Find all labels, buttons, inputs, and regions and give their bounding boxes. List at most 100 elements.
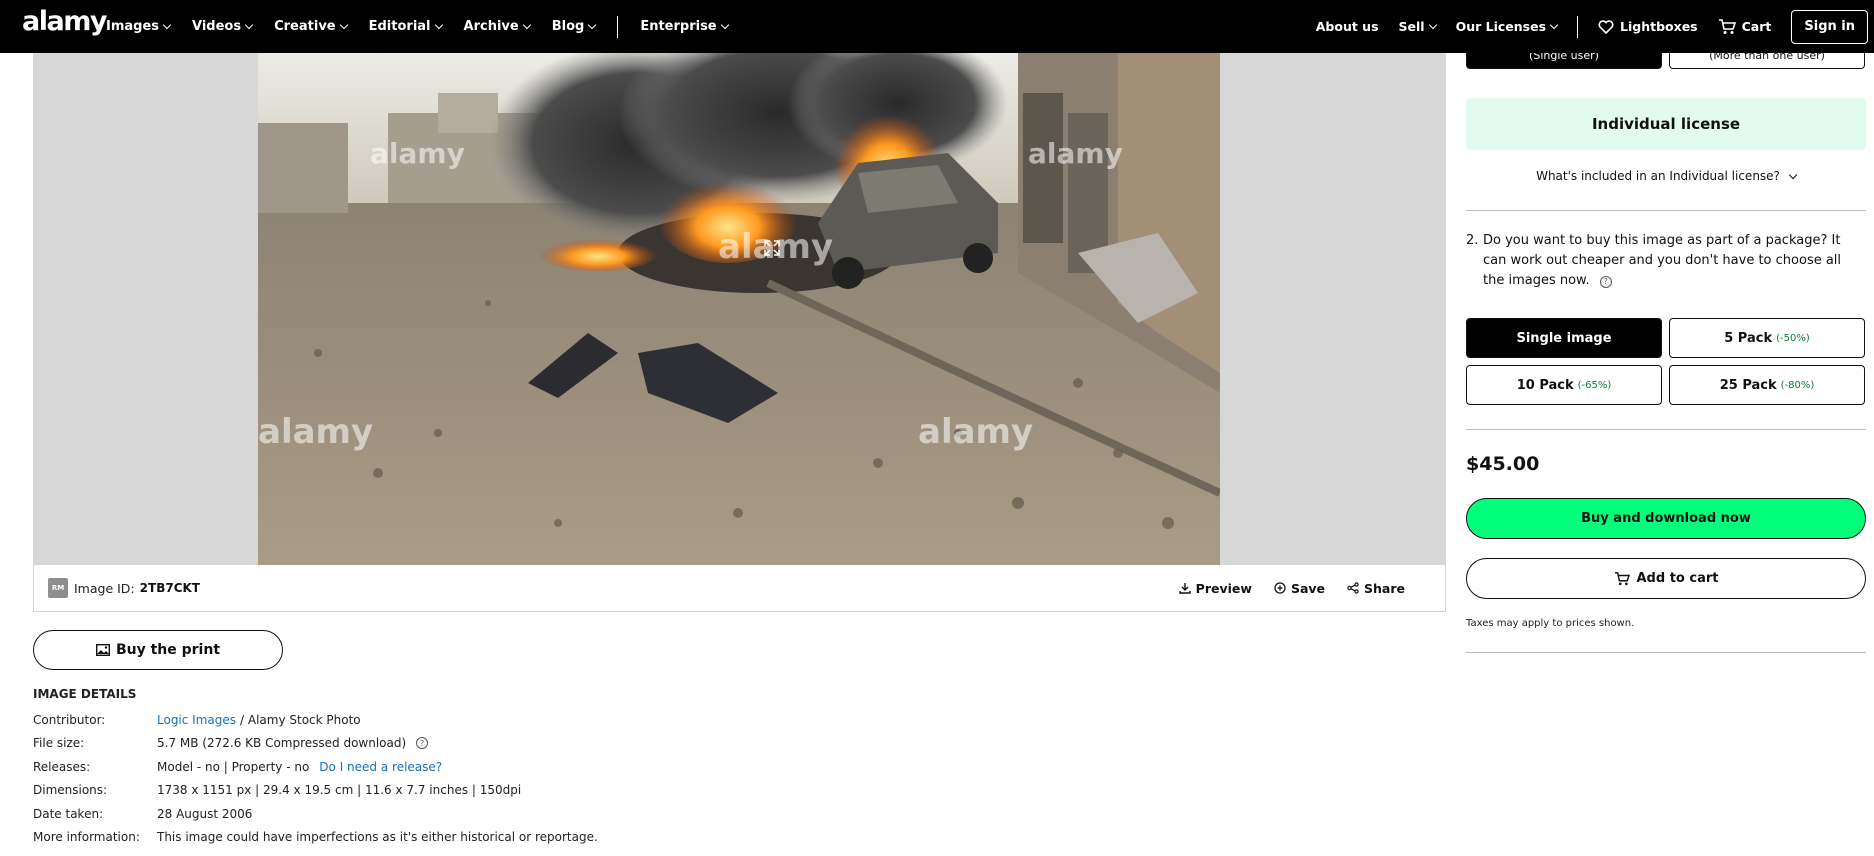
image-info-bar: RM Image ID: 2TB7CKT Preview Save Share <box>33 565 1446 612</box>
nav-sell-menu[interactable]: Sell <box>1398 19 1437 34</box>
preview-button[interactable]: Preview <box>1178 580 1252 596</box>
pack-label: 10 Pack <box>1516 377 1574 393</box>
question-text-body: Do you want to buy this image as part of… <box>1483 233 1842 288</box>
nav-item-enterprise[interactable]: Enterprise <box>640 19 729 34</box>
alamy-logo[interactable]: alamy <box>22 6 107 37</box>
detail-row-releases: Releases: Model - no | Property - no Do … <box>33 755 598 779</box>
buy-print-label: Buy the print <box>115 642 221 658</box>
photo-illustration: alamy alamy alamy alamy alamy <box>258 53 1220 565</box>
pack-option-5[interactable]: 5 Pack (-50%) <box>1669 318 1865 358</box>
chevron-down-icon <box>244 20 254 30</box>
detail-label: Releases: <box>33 759 91 774</box>
detail-value: Logic Images / Alamy Stock Photo <box>157 713 361 727</box>
pack-option-single[interactable]: Single image <box>1466 318 1662 358</box>
pack-option-10[interactable]: 10 Pack (-65%) <box>1466 365 1662 405</box>
nav-about-link[interactable]: About us <box>1316 19 1379 34</box>
chevron-down-icon <box>588 20 597 30</box>
chevron-down-icon <box>434 20 443 30</box>
image-id-value: 2TB7CKT <box>139 581 200 595</box>
sign-in-button[interactable]: Sign in <box>1791 9 1868 44</box>
nav-item-editorial[interactable]: Editorial <box>368 19 443 34</box>
image-icon <box>95 644 110 656</box>
filesize-value: 5.7 MB (272.6 KB Compressed download) <box>157 736 407 751</box>
buy-print-button[interactable]: Buy the print <box>33 630 283 670</box>
contributor-link[interactable]: Logic Images <box>157 713 236 727</box>
chevron-down-icon <box>1549 20 1559 30</box>
nav-label: Our Licenses <box>1455 19 1547 34</box>
pack-label: 5 Pack <box>1724 330 1773 346</box>
releases-value: Model - no | Property - no <box>157 759 310 774</box>
nav-main-menu: Images Videos Creative Editorial Archive… <box>106 0 729 53</box>
nav-label: Cart <box>1741 19 1772 34</box>
chevron-down-icon <box>1788 170 1798 179</box>
nav-item-creative[interactable]: Creative <box>274 19 348 34</box>
detail-label: Dimensions: <box>33 783 108 798</box>
more-info-value: This image could have imperfections as i… <box>157 830 598 845</box>
stock-photo[interactable]: alamy alamy alamy alamy alamy <box>258 53 1220 565</box>
nav-divider <box>1577 15 1579 38</box>
pack-discount: (-80%) <box>1780 379 1815 391</box>
nav-divider <box>617 15 619 38</box>
pack-discount: (-65%) <box>1577 379 1612 391</box>
nav-label: Lightboxes <box>1620 19 1698 34</box>
share-button[interactable]: Share <box>1347 581 1405 596</box>
add-to-cart-button[interactable]: Add to cart <box>1466 558 1866 599</box>
expand-icon[interactable] <box>763 239 781 257</box>
divider <box>1466 429 1866 430</box>
preview-label: Preview <box>1195 580 1252 596</box>
detail-row-filesize: File size: 5.7 MB (272.6 KB Compressed d… <box>33 732 598 756</box>
detail-row-dimensions: Dimensions: 1738 x 1151 px | 29.4 x 19.5… <box>33 779 598 803</box>
chevron-down-icon <box>720 20 729 30</box>
nav-item-archive[interactable]: Archive <box>464 19 531 34</box>
nav-label: Sell <box>1398 19 1425 34</box>
whats-included-toggle[interactable]: What's included in an Individual license… <box>1466 169 1866 183</box>
rm-badge: RM <box>48 578 68 598</box>
help-icon[interactable]: ? <box>416 737 429 750</box>
save-button[interactable]: Save <box>1274 581 1325 596</box>
share-icon <box>1347 582 1359 594</box>
nav-cart-link[interactable]: Cart <box>1718 18 1772 35</box>
pack-label: Single image <box>1516 330 1612 346</box>
question-number: 2. <box>1466 233 1479 248</box>
nav-label: Blog <box>551 19 585 34</box>
nav-user-menu: About us Sell Our Licenses Lightboxes Ca… <box>1316 0 1874 53</box>
detail-label: Contributor: <box>33 712 106 727</box>
date-value: 28 August 2006 <box>157 806 253 821</box>
chevron-down-icon <box>339 20 348 30</box>
question-text: Do you want to buy this image as part of… <box>1483 231 1866 291</box>
image-viewer: alamy alamy alamy alamy alamy <box>33 53 1446 565</box>
watermark-text: alamy <box>918 412 1033 452</box>
watermark-text: alamy <box>1028 137 1123 170</box>
image-details-heading: IMAGE DETAILS <box>33 687 137 701</box>
nav-label: Enterprise <box>640 19 717 34</box>
nav-item-blog[interactable]: Blog <box>551 19 597 34</box>
release-help-link[interactable]: Do I need a release? <box>319 760 442 774</box>
nav-licenses-menu[interactable]: Our Licenses <box>1455 19 1559 34</box>
nav-label: Creative <box>274 19 336 34</box>
divider <box>1466 210 1866 211</box>
nav-lightboxes-link[interactable]: Lightboxes <box>1598 19 1698 34</box>
price: $45.00 <box>1466 453 1540 475</box>
plus-circle-icon <box>1274 582 1286 594</box>
detail-row-date: Date taken: 28 August 2006 <box>33 802 598 826</box>
nav-label: Videos <box>192 19 242 34</box>
download-icon <box>1178 583 1191 594</box>
nav-item-videos[interactable]: Videos <box>192 19 254 34</box>
package-question: 2. Do you want to buy this image as part… <box>1466 231 1866 291</box>
license-title-box: Individual license <box>1466 98 1866 150</box>
buy-download-button[interactable]: Buy and download now <box>1466 498 1866 539</box>
pack-option-25[interactable]: 25 Pack (-80%) <box>1669 365 1865 405</box>
nav-label: Editorial <box>368 19 431 34</box>
save-label: Save <box>1290 580 1326 596</box>
detail-label: File size: <box>33 736 85 751</box>
nav-item-images[interactable]: Images <box>106 19 172 34</box>
license-option-multi-user[interactable]: (More than one user) <box>1669 53 1865 69</box>
image-id-label: Image ID: <box>74 580 135 596</box>
cart-icon <box>1718 18 1736 34</box>
add-to-cart-label: Add to cart <box>1636 571 1719 586</box>
dimensions-value: 1738 x 1151 px | 29.4 x 19.5 cm | 11.6 x… <box>157 783 522 798</box>
license-option-single-user[interactable]: (Single user) <box>1466 53 1662 69</box>
help-icon[interactable]: ? <box>1599 276 1612 288</box>
taxes-note: Taxes may apply to prices shown. <box>1466 618 1635 629</box>
chevron-down-icon <box>162 20 172 30</box>
